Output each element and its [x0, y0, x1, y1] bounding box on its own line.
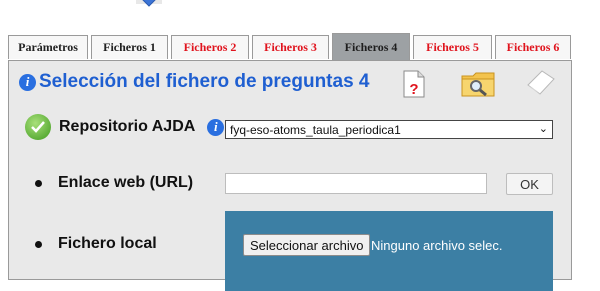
local-file-row: Fichero local [35, 235, 157, 253]
local-file-label: Fichero local [58, 235, 157, 252]
tab-parametros[interactable]: Parámetros [8, 35, 88, 59]
eraser-icon[interactable] [524, 67, 558, 97]
repository-label: Repositorio AJDA [59, 118, 196, 135]
tab-bar: Parámetros Ficheros 1 Ficheros 2 Fichero… [8, 33, 574, 60]
bullet [35, 179, 42, 187]
file-drop-area[interactable]: Seleccionar archivo Ninguno archivo sele… [225, 211, 553, 291]
panel-title-text: Selección del fichero de preguntas 4 [39, 71, 370, 92]
tab-ficheros-3[interactable]: Ficheros 3 [252, 35, 329, 59]
select-file-button[interactable]: Seleccionar archivo [243, 234, 371, 256]
url-label: Enlace web (URL) [58, 174, 194, 191]
file-status: Ninguno archivo selec. [371, 238, 503, 253]
check-icon [25, 114, 51, 140]
info-icon[interactable]: i [19, 73, 36, 91]
search-folder-icon[interactable] [461, 71, 495, 97]
repository-select-value: fyq-eso-atoms_taula_periodica1 [230, 122, 401, 137]
panel-title: i Selección del fichero de preguntas 4 [19, 71, 370, 93]
tab-ficheros-1[interactable]: Ficheros 1 [91, 35, 168, 59]
bullet [35, 240, 42, 248]
url-row: Enlace web (URL) [35, 174, 193, 192]
ok-button[interactable]: OK [506, 173, 553, 195]
download-arrow-icon[interactable] [136, 0, 162, 12]
chevron-down-icon: ⌄ [538, 123, 548, 135]
url-input[interactable] [225, 173, 487, 194]
repository-select[interactable]: fyq-eso-atoms_taula_periodica1 ⌄ [225, 120, 553, 139]
tab-ficheros-2[interactable]: Ficheros 2 [171, 35, 249, 59]
repository-info-icon[interactable]: i [207, 118, 225, 136]
svg-text:?: ? [409, 81, 418, 98]
repository-row: Repositorio AJDA i [25, 114, 227, 140]
tab-ficheros-6[interactable]: Ficheros 6 [495, 35, 571, 59]
files-panel: i Selección del fichero de preguntas 4 ?… [8, 60, 572, 291]
tab-ficheros-4[interactable]: Ficheros 4 [332, 33, 410, 60]
help-document-icon[interactable]: ? [402, 69, 426, 99]
tab-ficheros-5[interactable]: Ficheros 5 [413, 35, 492, 59]
